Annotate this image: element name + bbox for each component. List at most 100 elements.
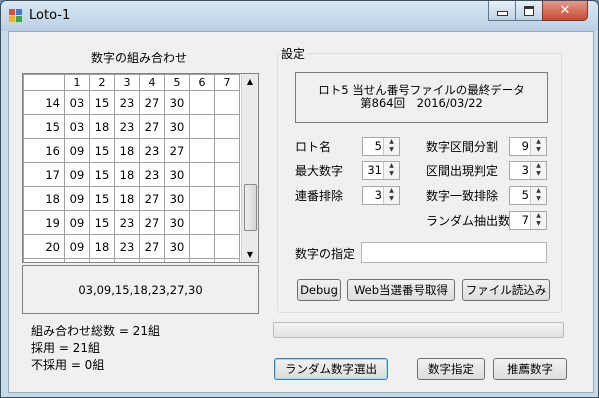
grid-cell[interactable]: 15 bbox=[89, 162, 115, 187]
grid-cell[interactable]: 30 bbox=[164, 162, 190, 187]
scroll-thumb[interactable] bbox=[244, 184, 257, 231]
column-header[interactable]: 2 bbox=[89, 74, 115, 91]
max-number-spinner[interactable]: 31 ▲ ▼ bbox=[362, 161, 400, 180]
spin-down-icon[interactable]: ▼ bbox=[384, 170, 399, 178]
spin-down-icon[interactable]: ▼ bbox=[384, 195, 399, 203]
grid-cell[interactable] bbox=[189, 210, 215, 235]
row-header[interactable]: 16 bbox=[23, 138, 65, 163]
match-exclude-spinner[interactable]: 5 ▲ ▼ bbox=[509, 186, 547, 205]
grid-cell[interactable]: 23 bbox=[114, 258, 140, 262]
grid-cell[interactable]: 18 bbox=[114, 186, 140, 211]
grid-cell[interactable] bbox=[189, 186, 215, 211]
grid-cell[interactable] bbox=[189, 162, 215, 187]
table-row[interactable]: 211518232730 bbox=[23, 258, 240, 262]
spin-down-icon[interactable]: ▼ bbox=[531, 195, 546, 203]
grid-cell[interactable]: 27 bbox=[139, 90, 165, 115]
grid-cell[interactable] bbox=[189, 114, 215, 139]
grid-vertical-scrollbar[interactable]: ▲ ▼ bbox=[241, 74, 258, 262]
grid-cell[interactable]: 23 bbox=[114, 114, 140, 139]
grid-cell[interactable]: 23 bbox=[139, 138, 165, 163]
grid-cell[interactable]: 23 bbox=[114, 90, 140, 115]
grid-cell[interactable]: 15 bbox=[89, 186, 115, 211]
column-header[interactable]: 3 bbox=[114, 74, 140, 91]
range-judge-spinner[interactable]: 3 ▲ ▼ bbox=[509, 161, 547, 180]
grid-cell[interactable]: 15 bbox=[89, 90, 115, 115]
specify-numbers-button[interactable]: 数字指定 bbox=[417, 358, 485, 380]
grid-cell[interactable]: 15 bbox=[64, 258, 90, 262]
spin-down-icon[interactable]: ▼ bbox=[384, 146, 399, 154]
scroll-up-icon[interactable]: ▲ bbox=[242, 74, 258, 89]
maximize-button[interactable] bbox=[515, 1, 543, 21]
close-button[interactable]: ✕ bbox=[542, 1, 588, 21]
scroll-down-icon[interactable]: ▼ bbox=[242, 247, 258, 262]
grid-cell[interactable]: 09 bbox=[64, 162, 90, 187]
row-header[interactable]: 17 bbox=[23, 162, 65, 187]
grid-cell[interactable]: 27 bbox=[164, 138, 190, 163]
grid-cell[interactable]: 15 bbox=[89, 138, 115, 163]
recommend-numbers-button[interactable]: 推薦数字 bbox=[493, 358, 567, 380]
row-header[interactable]: 20 bbox=[23, 234, 65, 259]
grid-cell[interactable]: 30 bbox=[164, 186, 190, 211]
range-split-spinner[interactable]: 9 ▲ ▼ bbox=[509, 137, 547, 156]
grid-cell[interactable]: 09 bbox=[64, 210, 90, 235]
row-header[interactable]: 21 bbox=[23, 258, 65, 262]
column-header[interactable]: 5 bbox=[164, 74, 190, 91]
grid-cell[interactable] bbox=[189, 138, 215, 163]
grid-cell[interactable]: 09 bbox=[64, 186, 90, 211]
grid-cell[interactable] bbox=[214, 258, 240, 262]
loto-name-spinner[interactable]: 5 ▲ ▼ bbox=[362, 137, 400, 156]
grid-cell[interactable]: 30 bbox=[164, 258, 190, 262]
grid-cell[interactable]: 18 bbox=[89, 234, 115, 259]
grid-cell[interactable]: 15 bbox=[89, 210, 115, 235]
row-header[interactable]: 18 bbox=[23, 186, 65, 211]
row-header[interactable]: 19 bbox=[23, 210, 65, 235]
grid-cell[interactable]: 27 bbox=[139, 210, 165, 235]
grid-cell[interactable]: 18 bbox=[89, 114, 115, 139]
file-load-button[interactable]: ファイル読込み bbox=[462, 279, 550, 301]
grid-cell[interactable]: 30 bbox=[164, 210, 190, 235]
grid-cell[interactable] bbox=[214, 90, 240, 115]
grid-cell[interactable] bbox=[189, 90, 215, 115]
grid-cell[interactable]: 30 bbox=[164, 114, 190, 139]
spin-up-icon[interactable]: ▲ bbox=[531, 212, 546, 220]
grid-cell[interactable]: 30 bbox=[164, 90, 190, 115]
column-header[interactable]: 6 bbox=[189, 74, 215, 91]
grid-cell[interactable]: 03 bbox=[64, 90, 90, 115]
spin-up-icon[interactable]: ▲ bbox=[384, 187, 399, 195]
table-row[interactable]: 19 09 15 23 27 30 bbox=[23, 210, 240, 235]
spin-down-icon[interactable]: ▼ bbox=[531, 146, 546, 154]
grid-cell[interactable] bbox=[214, 234, 240, 259]
grid-cell[interactable] bbox=[214, 114, 240, 139]
table-row[interactable]: 16 09 15 18 23 27 bbox=[23, 138, 240, 163]
column-header[interactable]: 7 bbox=[214, 74, 240, 91]
column-header[interactable]: 1 bbox=[64, 74, 90, 91]
spin-up-icon[interactable]: ▲ bbox=[531, 162, 546, 170]
spin-up-icon[interactable]: ▲ bbox=[384, 138, 399, 146]
grid-cell[interactable] bbox=[214, 138, 240, 163]
grid-cell[interactable] bbox=[214, 186, 240, 211]
grid-cell[interactable]: 27 bbox=[139, 258, 165, 262]
grid-cell[interactable]: 30 bbox=[164, 234, 190, 259]
spin-up-icon[interactable]: ▲ bbox=[384, 162, 399, 170]
grid-cell[interactable]: 09 bbox=[64, 234, 90, 259]
column-header[interactable] bbox=[23, 74, 65, 91]
row-header[interactable]: 15 bbox=[23, 114, 65, 139]
consecutive-exclude-spinner[interactable]: 3 ▲ ▼ bbox=[362, 186, 400, 205]
combinations-grid[interactable]: 1234567 14 03 15 23 27 30 15 03 18 23 27 30 16 09 15 18… bbox=[22, 73, 259, 263]
spin-down-icon[interactable]: ▼ bbox=[531, 170, 546, 178]
grid-cell[interactable]: 23 bbox=[114, 210, 140, 235]
grid-cell[interactable]: 18 bbox=[114, 138, 140, 163]
grid-cell[interactable]: 18 bbox=[89, 258, 115, 262]
table-row[interactable]: 14 03 15 23 27 30 bbox=[23, 90, 240, 115]
grid-cell[interactable]: 27 bbox=[139, 186, 165, 211]
table-row[interactable]: 20 09 18 23 27 30 bbox=[23, 234, 240, 259]
minimize-button[interactable] bbox=[488, 1, 516, 21]
table-row[interactable]: 18 09 15 18 27 30 bbox=[23, 186, 240, 211]
grid-cell[interactable]: 09 bbox=[64, 138, 90, 163]
grid-cell[interactable] bbox=[189, 234, 215, 259]
number-spec-input[interactable] bbox=[361, 242, 547, 263]
grid-cell[interactable]: 18 bbox=[114, 162, 140, 187]
grid-cell[interactable] bbox=[189, 258, 215, 262]
spin-up-icon[interactable]: ▲ bbox=[531, 138, 546, 146]
random-count-spinner[interactable]: 7 ▲ ▼ bbox=[509, 211, 547, 230]
